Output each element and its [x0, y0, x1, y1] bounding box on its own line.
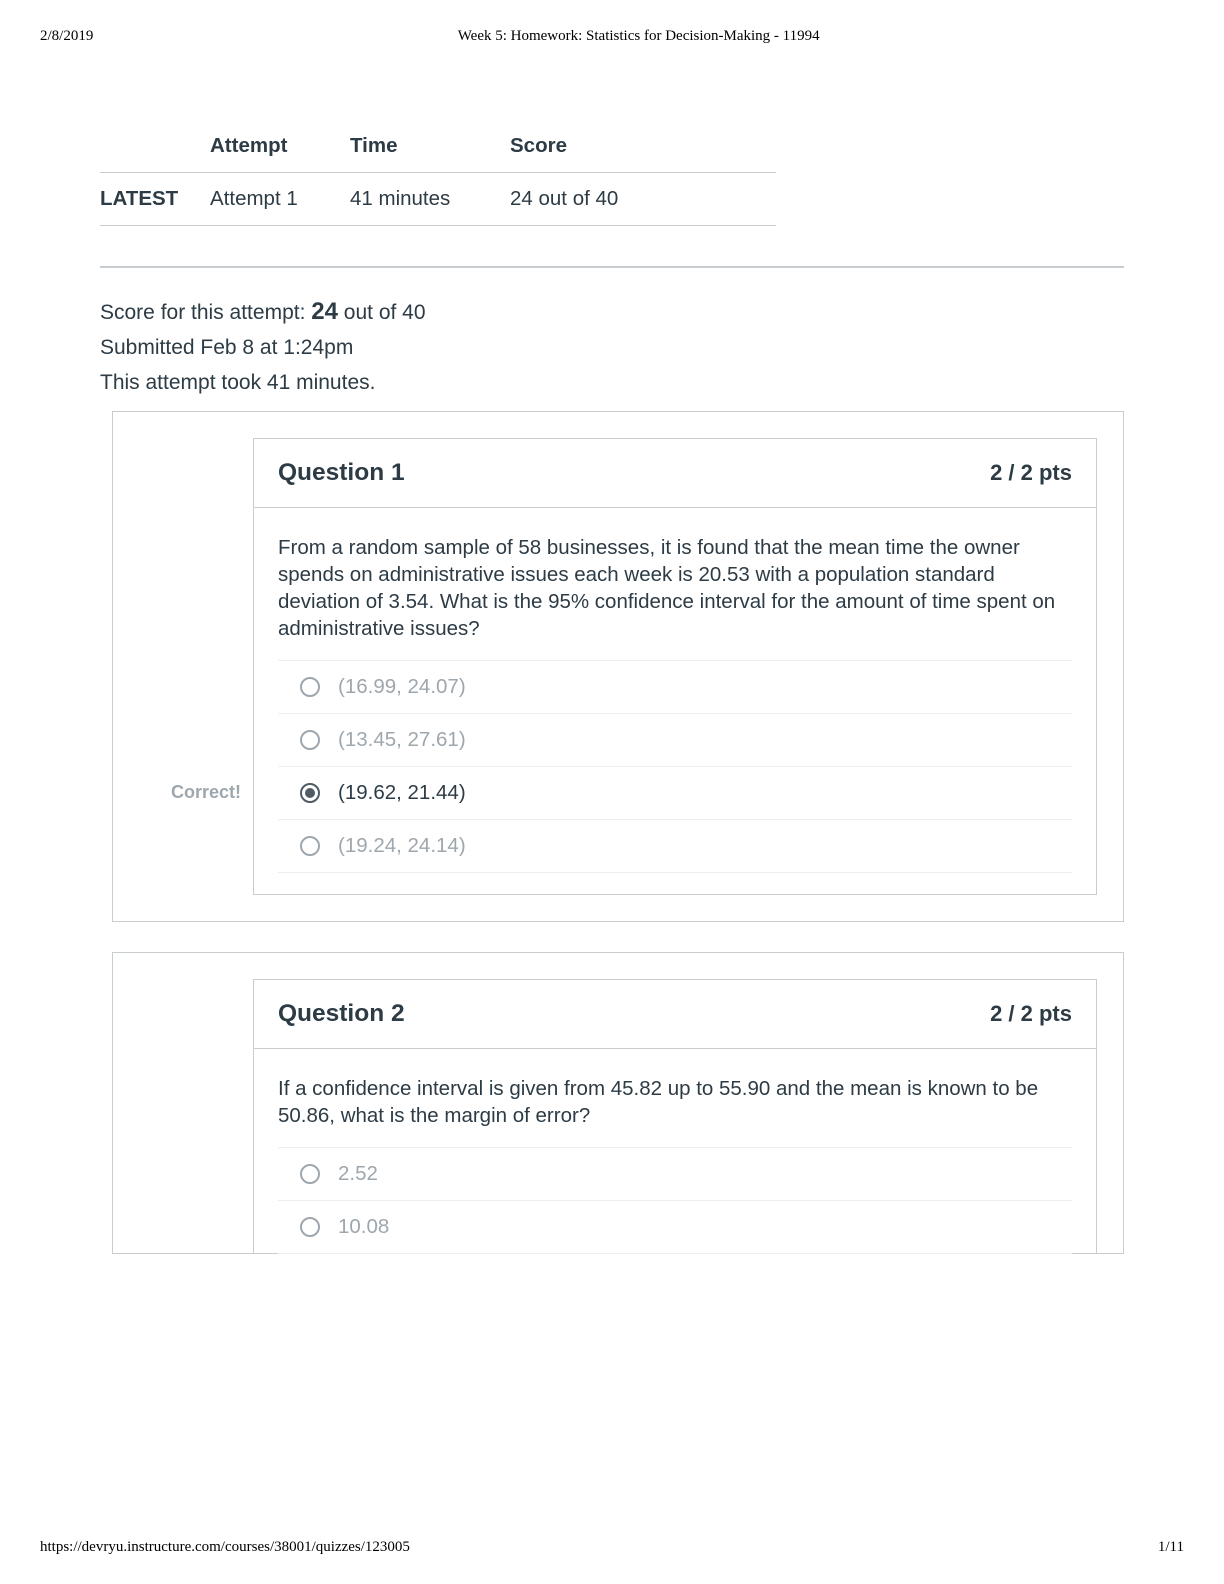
answer-text: 2.52 [338, 1162, 378, 1186]
radio-icon [300, 1217, 320, 1237]
question-points: 2 / 2 pts [990, 460, 1072, 486]
question-card: Question 2 2 / 2 pts If a confidence int… [112, 952, 1124, 1254]
score-suffix: out of 40 [338, 301, 426, 324]
attempt-link[interactable]: Attempt 1 [210, 173, 350, 226]
question-text: If a confidence interval is given from 4… [254, 1049, 1096, 1147]
radio-icon [300, 677, 320, 697]
th-time: Time [350, 120, 510, 173]
radio-icon [300, 836, 320, 856]
print-page-number: 1/11 [1158, 1539, 1184, 1556]
attempt-time: 41 minutes [350, 173, 510, 226]
print-date: 2/8/2019 [40, 28, 93, 45]
duration-line: This attempt took 41 minutes. [100, 369, 1124, 397]
answer-text: (16.99, 24.07) [338, 675, 466, 699]
question-text: From a random sample of 58 businesses, i… [254, 508, 1096, 660]
question-title: Question 1 [278, 459, 405, 487]
answer-option[interactable]: 2.52 [278, 1147, 1072, 1201]
answer-option[interactable]: (13.45, 27.61) [278, 713, 1072, 767]
answer-option[interactable]: 10.08 [278, 1200, 1072, 1254]
answer-option[interactable]: (19.62, 21.44) [278, 766, 1072, 820]
score-prefix: Score for this attempt: [100, 301, 311, 324]
submitted-line: Submitted Feb 8 at 1:24pm [100, 334, 1124, 362]
latest-label: LATEST [100, 173, 210, 226]
divider [100, 266, 1124, 268]
score-value: 24 [311, 298, 338, 325]
question-points: 2 / 2 pts [990, 1001, 1072, 1027]
answer-text: (19.24, 24.14) [338, 834, 466, 858]
print-title: Week 5: Homework: Statistics for Decisio… [40, 28, 1184, 45]
attempt-score: 24 out of 40 [510, 173, 776, 226]
answer-text: (19.62, 21.44) [338, 781, 466, 805]
answer-option[interactable]: (19.24, 24.14) [278, 819, 1072, 873]
radio-icon [300, 783, 320, 803]
score-summary: Score for this attempt: 24 out of 40 [100, 296, 1124, 328]
question-card: Correct! Question 1 2 / 2 pts From a ran… [112, 411, 1124, 922]
radio-icon [300, 1164, 320, 1184]
th-attempt: Attempt [210, 120, 350, 173]
question-title: Question 2 [278, 1000, 405, 1028]
attempt-table: Attempt Time Score LATEST Attempt 1 41 m… [100, 120, 776, 226]
answer-text: 10.08 [338, 1215, 389, 1239]
correct-label: Correct! [171, 782, 241, 803]
th-score: Score [510, 120, 776, 173]
answer-option[interactable]: (16.99, 24.07) [278, 660, 1072, 714]
radio-icon [300, 730, 320, 750]
answer-text: (13.45, 27.61) [338, 728, 466, 752]
print-url: https://devryu.instructure.com/courses/3… [40, 1539, 410, 1556]
th-blank [100, 120, 210, 173]
